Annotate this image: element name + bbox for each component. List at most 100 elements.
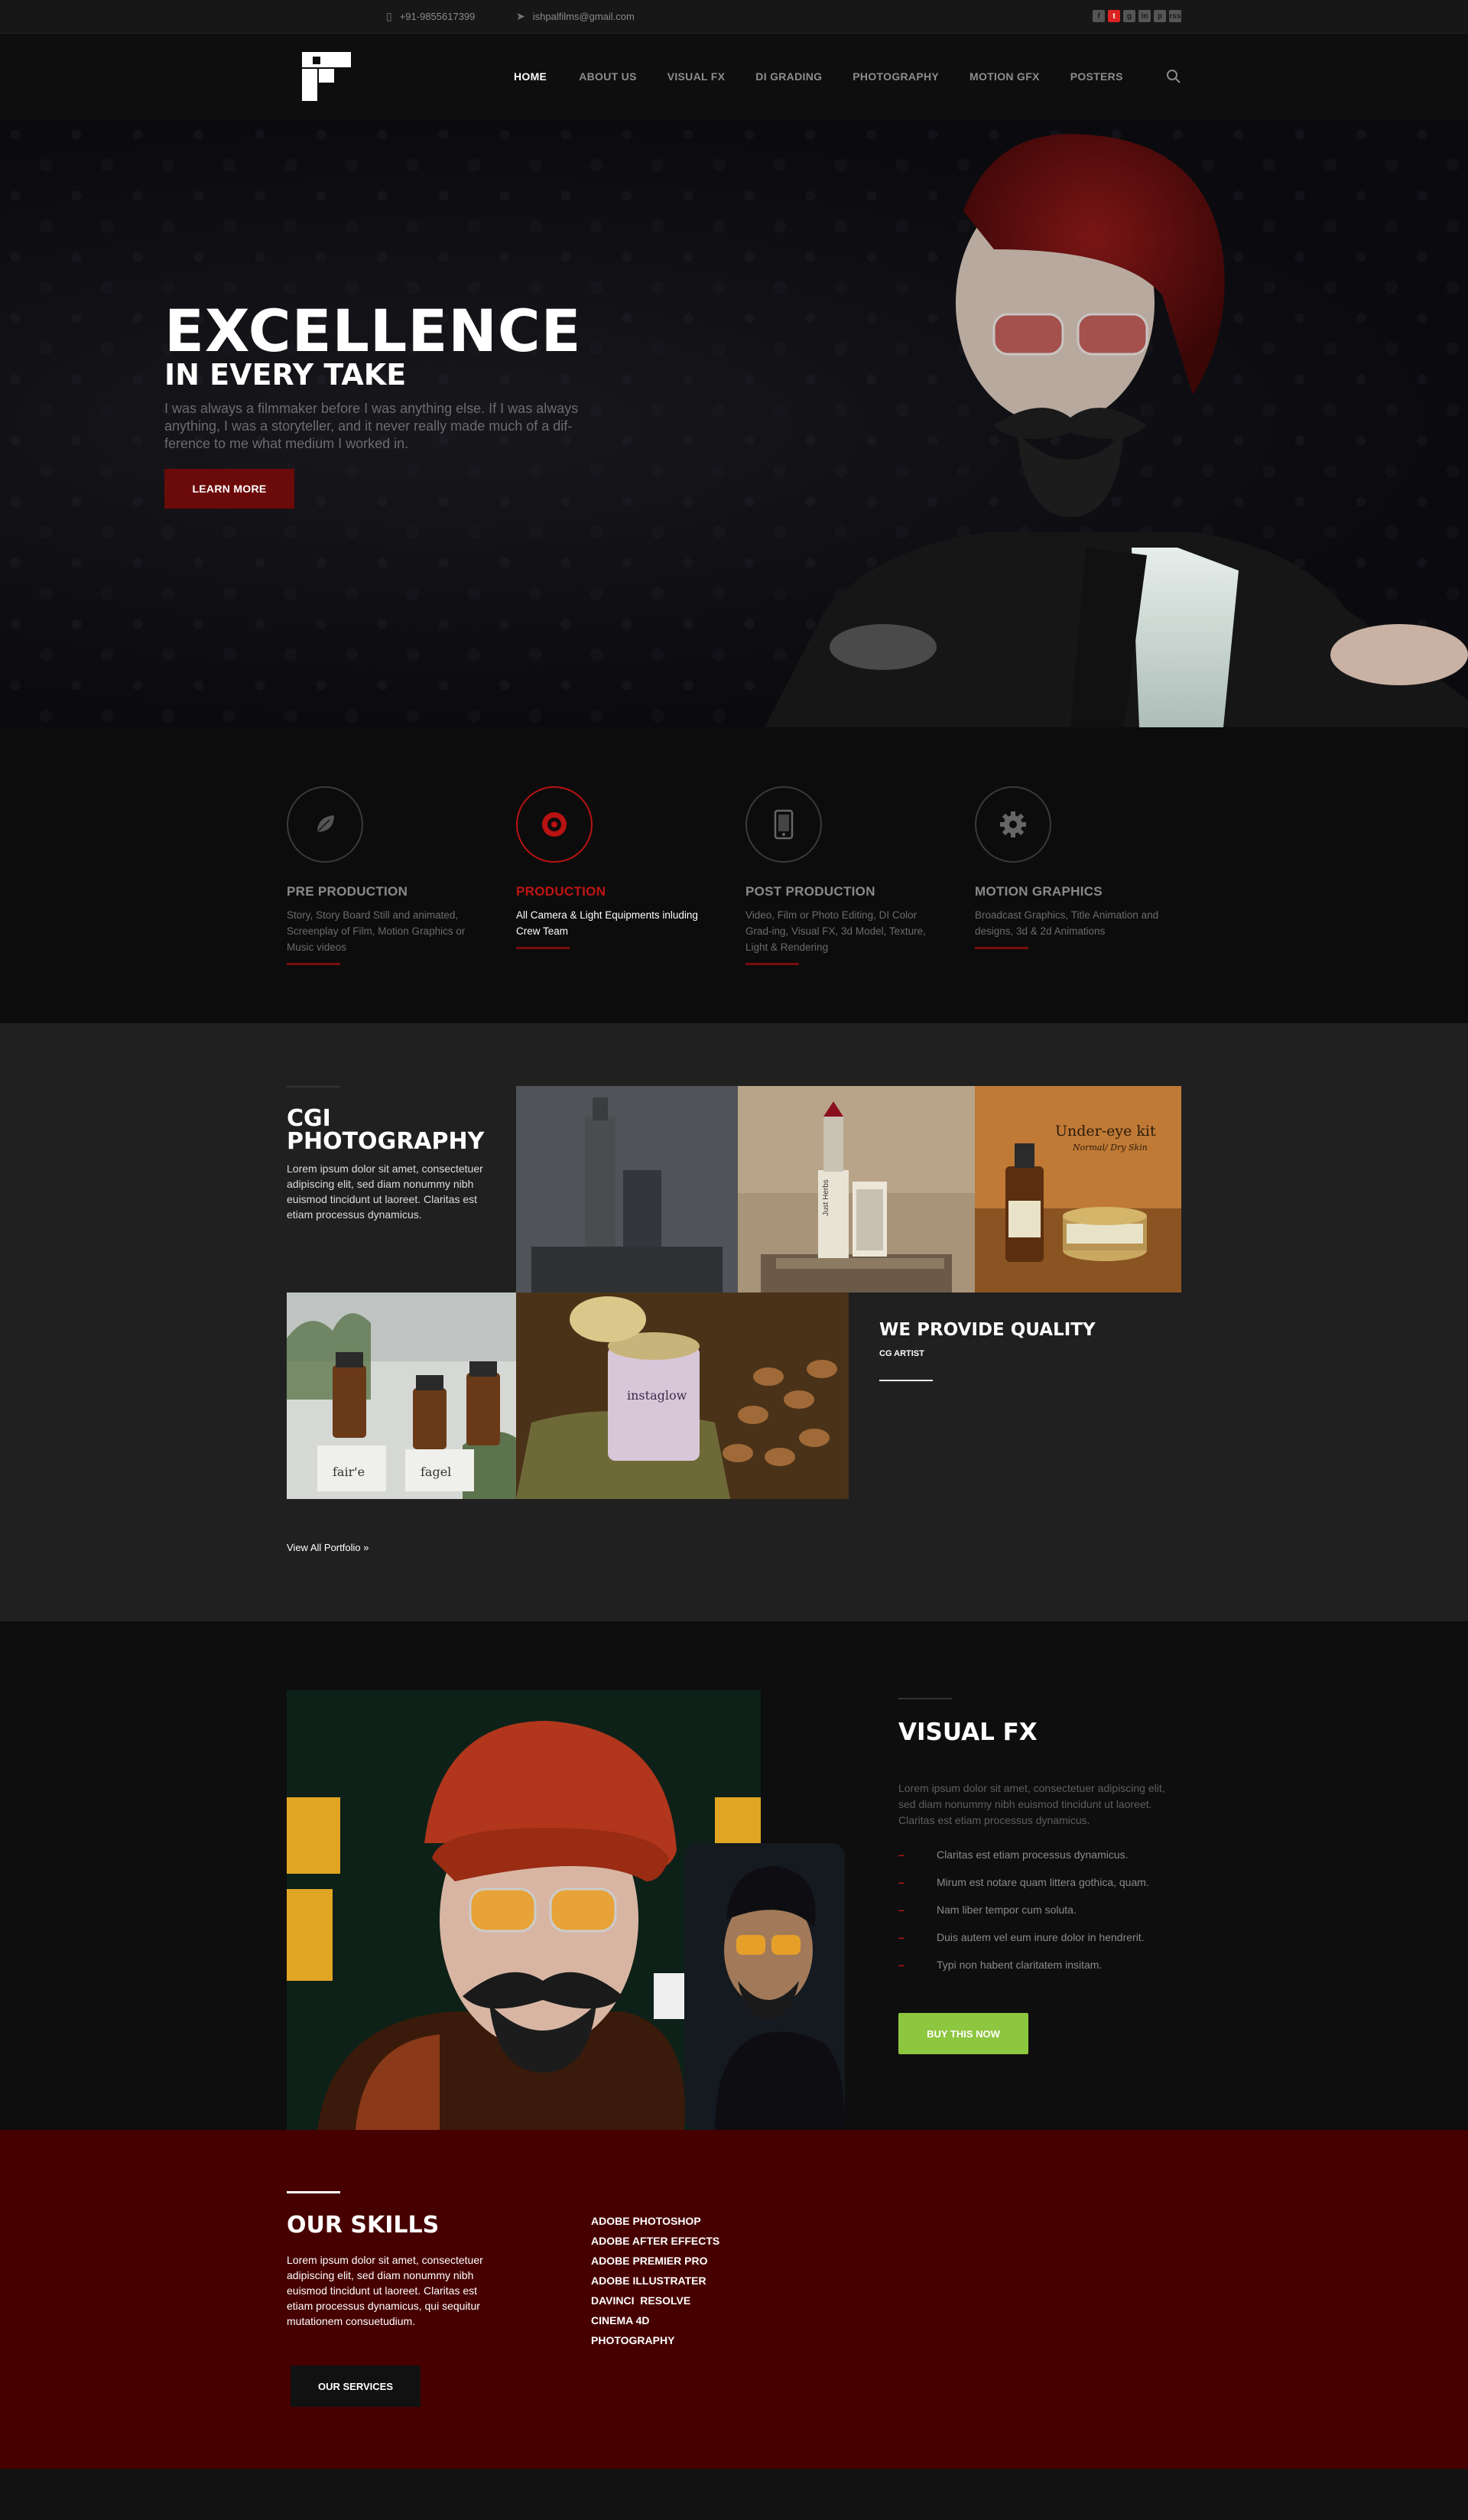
product-label-text: instaglow xyxy=(627,1388,687,1403)
service-title: MOTION GRAPHICS xyxy=(975,884,1103,899)
main-navigation: HOME ABOUT US VISUAL FX DI GRADING PHOTO… xyxy=(0,34,1468,119)
service-title: POST PRODUCTION xyxy=(745,884,875,899)
twitter-icon[interactable]: t xyxy=(1108,10,1120,22)
service-text: Broadcast Graphics, Title Animation and … xyxy=(975,909,1159,937)
linkedin-icon[interactable]: in xyxy=(1138,10,1151,22)
nav-photography[interactable]: PHOTOGRAPHY xyxy=(853,70,939,83)
service-production: PRODUCTION All Camera & Light Equipments… xyxy=(516,786,715,949)
top-bar: ▯ +91-9855617399 ➤ ishpalfilms@gmail.com… xyxy=(0,0,1468,34)
cgi-photography-section: CGI PHOTOGRAPHY Lorem ipsum dolor sit ame… xyxy=(0,1023,1468,1621)
list-item: – Duis autem vel eum inure dolor in hendr… xyxy=(898,1931,1145,1943)
buy-this-now-button[interactable]: BUY THIS NOW xyxy=(898,2013,1028,2054)
hero-text: I was always a filmmaker before I was an… xyxy=(164,401,579,451)
skill-item: ADOBE PHOTOSHOP xyxy=(591,2215,701,2227)
visual-fx-text: Lorem ipsum dolor sit amet, consectetuer… xyxy=(898,1782,1165,1826)
camera-lens-icon xyxy=(542,812,567,837)
service-motion-graphics: MOTION GRAPHICS Broadcast Graphics, Titl… xyxy=(975,786,1174,949)
section-rule xyxy=(898,1698,952,1699)
footer-strip xyxy=(0,2469,1468,2520)
product-label-text: Just Herbs xyxy=(822,1179,830,1216)
skill-item: PHOTOGRAPHY xyxy=(591,2334,675,2346)
service-divider xyxy=(287,963,340,965)
visual-fx-photo xyxy=(287,1690,845,2130)
view-all-portfolio-link[interactable]: View All Portfolio » xyxy=(287,1542,369,1553)
dash-icon: – xyxy=(898,1876,905,1888)
logo-icon[interactable] xyxy=(302,52,351,101)
hero-banner: EXCELLENCE IN EVERY TAKE I was always a … xyxy=(0,119,1468,727)
mobile-icon xyxy=(774,809,794,840)
visual-fx-list: – Claritas est etiam processus dynamicus.… xyxy=(898,1841,1149,1979)
nav-menu: HOME ABOUT US VISUAL FX DI GRADING PHOTO… xyxy=(514,70,1123,83)
section-rule xyxy=(287,1086,340,1088)
portfolio-item-under-eye-kit[interactable]: Under-eye kit Normal/ Dry Skin xyxy=(975,1086,1181,1293)
service-icon-circle xyxy=(745,786,822,863)
product-label-text: fair'e xyxy=(333,1465,365,1479)
hero-title: EXCELLENCE xyxy=(164,297,582,365)
quality-divider xyxy=(879,1380,933,1381)
skill-item: CINEMA 4D xyxy=(591,2314,650,2327)
quality-subtitle: CG ARTIST xyxy=(879,1349,924,1358)
product-label-text: fagel xyxy=(421,1465,451,1479)
phone-number: +91-9855617399 xyxy=(399,11,476,22)
search-icon[interactable] xyxy=(1164,67,1183,86)
section-rule xyxy=(287,2191,340,2193)
skill-item: ADOBE ILLUSTRATER xyxy=(591,2275,706,2287)
nav-posters[interactable]: POSTERS xyxy=(1070,70,1123,83)
portfolio-item-instaglow[interactable]: instaglow xyxy=(516,1293,849,1499)
list-item: – Mirum est notare quam littera gothica, … xyxy=(898,1876,1149,1888)
hero-subtitle: IN EVERY TAKE xyxy=(164,358,407,392)
nav-motion-gfx[interactable]: MOTION GFX xyxy=(969,70,1040,83)
email-contact[interactable]: ➤ ishpalfilms@gmail.com xyxy=(516,10,635,23)
our-services-button[interactable]: OUR SERVICES xyxy=(291,2366,421,2407)
google-plus-icon[interactable]: g xyxy=(1123,10,1135,22)
service-text: Story, Story Board Still and animated, S… xyxy=(287,909,466,953)
service-text: All Camera & Light Equipments inluding C… xyxy=(516,909,698,937)
service-pre-production: PRE PRODUCTION Story, Story Board Still … xyxy=(287,786,486,965)
portfolio-item-lipstick[interactable]: Just Herbs xyxy=(738,1086,975,1293)
list-item: – Nam liber tempor cum soluta. xyxy=(898,1904,1077,1916)
nav-about-us[interactable]: ABOUT US xyxy=(579,70,637,83)
service-title: PRODUCTION xyxy=(516,884,606,899)
hero-portrait-image xyxy=(765,134,1468,727)
list-item: – Claritas est etiam processus dynamicus. xyxy=(898,1849,1129,1861)
service-post-production: POST PRODUCTION Video, Film or Photo Edi… xyxy=(745,786,944,965)
cgi-text: Lorem ipsum dolor sit amet, consectetuer… xyxy=(287,1162,483,1221)
social-links: f t g in p rss xyxy=(1093,10,1181,22)
skills-text: Lorem ipsum dolor sit amet, consectetuer… xyxy=(287,2254,483,2327)
gear-icon xyxy=(1000,811,1026,837)
service-icon-circle xyxy=(516,786,593,863)
skills-list: ADOBE PHOTOSHOP ADOBE AFTER EFFECTS ADOB… xyxy=(591,2215,719,2354)
rss-icon[interactable]: rss xyxy=(1169,10,1181,22)
portfolio-item-jars-group[interactable]: fair'e fagel xyxy=(287,1293,516,1499)
service-icon-circle xyxy=(975,786,1051,863)
email-address: ishpalfilms@gmail.com xyxy=(532,11,635,22)
skill-item: DAVINCI RESOLVE xyxy=(591,2294,691,2307)
product-title-text: Under-eye kit xyxy=(1055,1123,1156,1140)
learn-more-button[interactable]: LEARN MORE xyxy=(164,469,294,509)
nav-visual-fx[interactable]: VISUAL FX xyxy=(667,70,726,83)
nav-di-grading[interactable]: DI GRADING xyxy=(755,70,822,83)
dash-icon: – xyxy=(898,1904,905,1916)
cgi-title: CGI PHOTOGRAPHY xyxy=(287,1105,485,1155)
service-divider xyxy=(975,947,1028,949)
pinterest-icon[interactable]: p xyxy=(1154,10,1166,22)
facebook-icon[interactable]: f xyxy=(1093,10,1105,22)
our-skills-section: OUR SKILLS Lorem ipsum dolor sit amet, c… xyxy=(0,2130,1468,2469)
quality-title: WE PROVIDE QUALITY xyxy=(879,1320,1096,1340)
portfolio-item-grey-bottle[interactable] xyxy=(516,1086,738,1293)
dash-icon: – xyxy=(898,1931,905,1943)
phone-icon: ▯ xyxy=(386,10,392,22)
visual-fx-title: VISUAL FX xyxy=(898,1718,1038,1746)
list-item: – Typi non habent claritatem insitam. xyxy=(898,1959,1103,1971)
dash-icon: – xyxy=(898,1849,905,1861)
dash-icon: – xyxy=(898,1959,905,1971)
nav-home[interactable]: HOME xyxy=(514,70,547,83)
service-icon-circle xyxy=(287,786,363,863)
leaf-icon xyxy=(317,815,334,833)
skill-item: ADOBE PREMIER PRO xyxy=(591,2255,708,2267)
service-text: Video, Film or Photo Editing, DI Color G… xyxy=(745,909,926,953)
skill-item: ADOBE AFTER EFFECTS xyxy=(591,2235,720,2247)
skills-title: OUR SKILLS xyxy=(287,2212,440,2239)
service-divider xyxy=(745,963,799,965)
phone-contact[interactable]: ▯ +91-9855617399 xyxy=(386,10,475,23)
